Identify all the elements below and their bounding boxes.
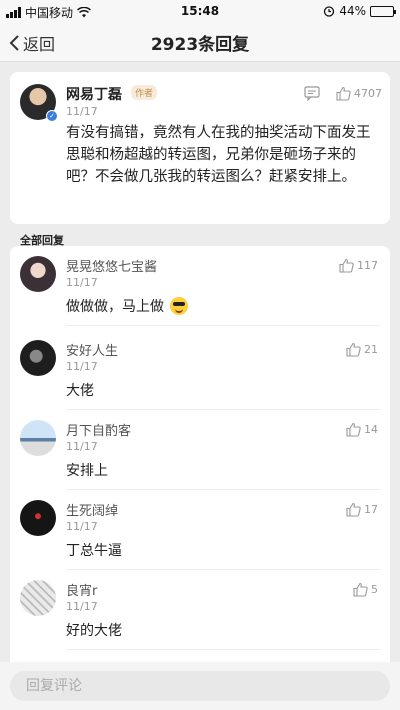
bottom-bar xyxy=(0,662,400,710)
comment-date: 11/17 xyxy=(66,105,98,118)
sunglasses-emoji-icon xyxy=(170,297,188,315)
main-comment-card: ✓ 网易丁磊 作者 11/17 4707 有没有搞错，竟然有人在我的抽奖活动下面… xyxy=(10,72,390,224)
reply-date: 11/17 xyxy=(66,360,98,373)
author-tag: 作者 xyxy=(131,85,158,100)
like-count: 117 xyxy=(357,259,378,272)
reply-text: 做做做，马上做 xyxy=(66,296,188,316)
like-button[interactable]: 14 xyxy=(346,422,378,437)
reply-author[interactable]: 安好人生 xyxy=(66,340,118,359)
list-item[interactable]: 晃晃悠悠七宝酱 11/17 做做做，马上做 117 xyxy=(10,246,390,326)
thumbs-up-icon xyxy=(346,502,361,517)
reply-icon[interactable] xyxy=(304,86,320,101)
thumbs-up-icon xyxy=(346,342,361,357)
reply-author[interactable]: 晃晃悠悠七宝酱 xyxy=(66,256,157,275)
like-count: 14 xyxy=(364,423,378,436)
thumbs-up-icon xyxy=(353,582,368,597)
reply-input[interactable] xyxy=(10,671,390,701)
thumbs-up-icon xyxy=(336,86,351,101)
reply-date: 11/17 xyxy=(66,520,98,533)
thumbs-up-icon xyxy=(346,422,361,437)
list-item[interactable]: 生死阔绰 11/17 丁总牛逼 17 xyxy=(10,490,390,570)
reply-author[interactable]: 生死阔绰 xyxy=(66,500,118,519)
reply-text: 安排上 xyxy=(66,463,108,479)
like-count: 21 xyxy=(364,343,378,356)
avatar-dark-icon[interactable] xyxy=(20,340,56,376)
reply-date: 11/17 xyxy=(66,600,98,613)
avatar-landscape-icon[interactable] xyxy=(20,420,56,456)
reply-text-content: 做做做，马上做 xyxy=(66,299,164,315)
like-button[interactable]: 17 xyxy=(346,502,378,517)
list-item[interactable]: 良宵r 11/17 好的大佬 5 xyxy=(10,570,390,650)
list-item[interactable]: 月下自酌客 11/17 安排上 14 xyxy=(10,410,390,490)
author-name[interactable]: 网易丁磊 xyxy=(66,84,122,104)
like-count: 4707 xyxy=(354,87,382,100)
status-bar: 中国移动 15:48 44% xyxy=(0,0,400,22)
reply-date: 11/17 xyxy=(66,440,98,453)
reply-text: 大佬 xyxy=(66,383,94,399)
battery-icon xyxy=(370,5,396,17)
like-count: 5 xyxy=(371,583,378,596)
reply-text: 丁总牛逼 xyxy=(66,543,122,559)
page-title: 2923条回复 xyxy=(150,35,250,55)
avatar-sketch-icon[interactable] xyxy=(20,580,56,616)
list-item[interactable]: 安好人生 11/17 大佬 21 xyxy=(10,330,390,410)
reply-text: 好的大佬 xyxy=(66,623,122,639)
status-right: 44% xyxy=(323,4,396,18)
like-button[interactable]: 5 xyxy=(353,582,378,597)
list-item[interactable] xyxy=(10,652,390,662)
reply-date: 11/17 xyxy=(66,276,98,289)
reply-author[interactable]: 月下自酌客 xyxy=(66,420,131,439)
reply-list: 晃晃悠悠七宝酱 11/17 做做做，马上做 117 安好人生 11/17 大佬 … xyxy=(10,246,390,662)
like-button[interactable]: 4707 xyxy=(336,86,382,101)
avatar-mask-icon[interactable] xyxy=(20,500,56,536)
nav-bar: 返回 2923条回复 xyxy=(0,22,400,62)
battery-percent: 44% xyxy=(339,4,366,18)
thumbs-up-icon xyxy=(339,258,354,273)
divider xyxy=(66,325,380,326)
avatar-girl-icon[interactable] xyxy=(20,256,56,292)
alarm-icon xyxy=(324,6,335,17)
like-button[interactable]: 21 xyxy=(346,342,378,357)
like-button[interactable]: 117 xyxy=(339,258,378,273)
verified-badge-icon: ✓ xyxy=(46,110,58,122)
comment-text: 有没有搞错，竟然有人在我的抽奖活动下面发王思聪和杨超越的转运图，兄弟你是砸场子来… xyxy=(66,125,371,185)
reply-author[interactable]: 良宵r xyxy=(66,580,97,599)
divider xyxy=(66,649,380,650)
like-count: 17 xyxy=(364,503,378,516)
